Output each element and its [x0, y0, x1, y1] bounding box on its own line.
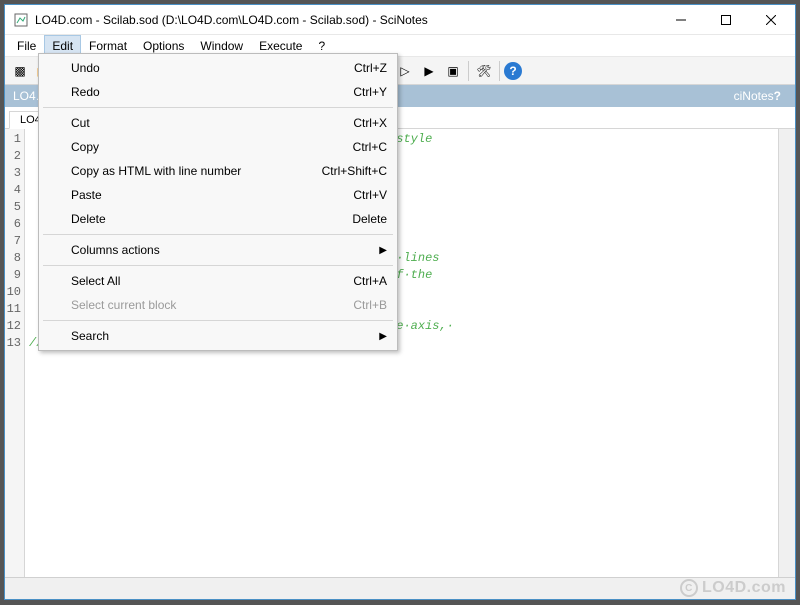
panel-help-icon[interactable]: ? — [774, 89, 781, 103]
menu-item-cut[interactable]: Cut Ctrl+X — [41, 111, 395, 135]
menu-shortcut: Ctrl+C — [353, 140, 387, 154]
menu-item-paste[interactable]: Paste Ctrl+V — [41, 183, 395, 207]
copyright-icon: C — [680, 579, 698, 597]
menu-item-search[interactable]: Search ▶ — [41, 324, 395, 348]
menu-shortcut: Ctrl+B — [353, 298, 387, 312]
line-number: 13 — [5, 335, 21, 352]
submenu-arrow-icon: ▶ — [379, 331, 387, 342]
menu-item-label: Search — [71, 329, 109, 343]
watermark-text: LO4D.com — [702, 579, 786, 597]
menu-shortcut: Ctrl+Y — [353, 85, 387, 99]
line-number: 11 — [5, 301, 21, 318]
menu-separator — [43, 234, 393, 235]
watermark: C LO4D.com — [680, 579, 786, 597]
line-number: 2 — [5, 148, 21, 165]
close-button[interactable] — [748, 6, 793, 34]
menu-separator — [43, 320, 393, 321]
menu-item-select-current-block: Select current block Ctrl+B — [41, 293, 395, 317]
menu-item-label: Select All — [71, 274, 120, 288]
submenu-arrow-icon: ▶ — [379, 245, 387, 256]
line-number: 7 — [5, 233, 21, 250]
menu-item-label: Undo — [71, 61, 100, 75]
menu-item-label: Cut — [71, 116, 90, 130]
line-number: 6 — [5, 216, 21, 233]
edit-menu-dropdown: UndoCtrl+ZRedoCtrl+YCutCtrl+XCopyCtrl+CC… — [38, 53, 398, 351]
menu-item-columns-actions[interactable]: Columns actions ▶ — [41, 238, 395, 262]
line-number: 1 — [5, 131, 21, 148]
line-number: 4 — [5, 182, 21, 199]
menu-item-label: Select current block — [71, 298, 176, 312]
line-number: 8 — [5, 250, 21, 267]
menu-item-copy[interactable]: Copy Ctrl+C — [41, 135, 395, 159]
menu-item-delete[interactable]: Delete Delete — [41, 207, 395, 231]
prefs-icon[interactable]: 🛠 — [473, 60, 495, 82]
menu-item-label: Columns actions — [71, 243, 160, 257]
line-number: 3 — [5, 165, 21, 182]
line-number: 12 — [5, 318, 21, 335]
play-save-icon[interactable]: ▣ — [442, 60, 464, 82]
play-line-icon[interactable]: ▶ — [418, 60, 440, 82]
toolbar-separator — [468, 61, 469, 81]
menu-shortcut: Ctrl+Z — [354, 61, 387, 75]
menu-item-label: Redo — [71, 85, 100, 99]
menu-shortcut: Ctrl+A — [353, 274, 387, 288]
menu-shortcut: Ctrl+X — [353, 116, 387, 130]
new-icon[interactable]: ▩ — [9, 60, 31, 82]
menu-item-label: Copy — [71, 140, 99, 154]
menu-item-redo[interactable]: Redo Ctrl+Y — [41, 80, 395, 104]
maximize-button[interactable] — [703, 6, 748, 34]
menu-separator — [43, 107, 393, 108]
window-title: LO4D.com - Scilab.sod (D:\LO4D.com\LO4D.… — [35, 13, 658, 27]
menu-shortcut: Ctrl+Shift+C — [322, 164, 387, 178]
vertical-scrollbar[interactable] — [778, 129, 795, 577]
line-number: 5 — [5, 199, 21, 216]
menu-item-label: Delete — [71, 212, 106, 226]
minimize-button[interactable] — [658, 6, 703, 34]
line-gutter: 12345678910111213 — [5, 129, 25, 577]
statusbar — [5, 577, 795, 599]
toolbar-separator — [499, 61, 500, 81]
line-number: 10 — [5, 284, 21, 301]
menu-item-label: Paste — [71, 188, 102, 202]
titlebar: LO4D.com - Scilab.sod (D:\LO4D.com\LO4D.… — [5, 5, 795, 35]
menu-item-select-all[interactable]: Select All Ctrl+A — [41, 269, 395, 293]
menu-separator — [43, 265, 393, 266]
app-icon — [13, 12, 29, 28]
menu-item-label: Copy as HTML with line number — [71, 164, 241, 178]
menu-item-copy-as-html-with-line-number[interactable]: Copy as HTML with line number Ctrl+Shift+… — [41, 159, 395, 183]
line-number: 9 — [5, 267, 21, 284]
window-controls — [658, 6, 793, 34]
panel-title-right: ciNotes — [734, 89, 774, 103]
menu-shortcut: Delete — [352, 212, 387, 226]
menu-item-undo[interactable]: Undo Ctrl+Z — [41, 56, 395, 80]
help-icon[interactable]: ? — [504, 62, 522, 80]
menu-shortcut: Ctrl+V — [353, 188, 387, 202]
